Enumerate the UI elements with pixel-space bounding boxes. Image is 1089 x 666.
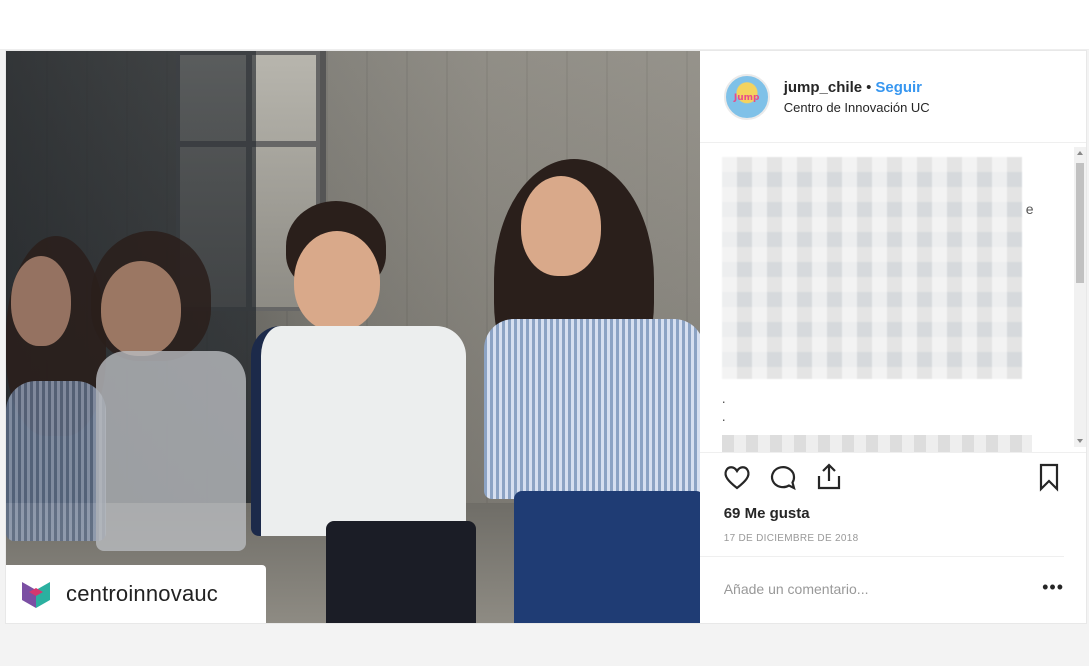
location-link[interactable]: Centro de Innovación UC	[784, 100, 930, 115]
caption-stray-char: e	[1025, 201, 1034, 217]
post-card: centroinnovauc Jump jump_chile • Seguir Ce…	[5, 50, 1087, 624]
more-options-icon[interactable]: •••	[1042, 577, 1064, 598]
pixelated-caption	[721, 157, 1022, 379]
avatar-text: Jump	[733, 92, 760, 103]
caption-area: e . .	[699, 143, 1086, 453]
caption-dot: .	[721, 390, 726, 406]
caption-dot: .	[721, 408, 726, 424]
separator-dot: •	[866, 78, 872, 96]
likes-count[interactable]: 69 Me gusta	[700, 501, 1086, 527]
top-bar	[0, 0, 1089, 50]
scroll-down-icon[interactable]	[1077, 439, 1083, 443]
post-side-panel: Jump jump_chile • Seguir Centro de Innovac…	[699, 51, 1086, 623]
username-link[interactable]: jump_chile	[784, 79, 862, 96]
scroll-up-icon[interactable]	[1077, 151, 1083, 155]
heart-icon[interactable]	[722, 462, 752, 492]
centroinnova-logo-icon	[22, 582, 50, 608]
caption-dots: . .	[722, 389, 726, 425]
pixelated-caption-line	[721, 435, 1032, 452]
scroll-thumb[interactable]	[1076, 163, 1084, 283]
comment-row: •••	[700, 557, 1086, 621]
comment-input[interactable]	[723, 581, 1004, 597]
post-photo[interactable]: centroinnovauc	[6, 51, 700, 623]
share-icon[interactable]	[814, 462, 844, 492]
header-text: jump_chile • Seguir Centro de Innovación U…	[784, 79, 930, 115]
brand-name: centroinnovauc	[66, 581, 219, 606]
post-header: Jump jump_chile • Seguir Centro de Innovac…	[699, 51, 1086, 143]
brand-tag[interactable]: centroinnovauc	[6, 565, 266, 623]
header-line: jump_chile • Seguir	[784, 79, 930, 96]
bookmark-icon[interactable]	[1034, 462, 1064, 492]
action-bar	[700, 453, 1086, 501]
comment-icon[interactable]	[768, 462, 798, 492]
caption-scrollbar[interactable]	[1074, 147, 1086, 447]
follow-button[interactable]: Seguir	[875, 79, 922, 96]
post-date: 17 DE DICIEMBRE DE 2018	[699, 527, 1064, 557]
avatar[interactable]: Jump	[723, 73, 770, 120]
